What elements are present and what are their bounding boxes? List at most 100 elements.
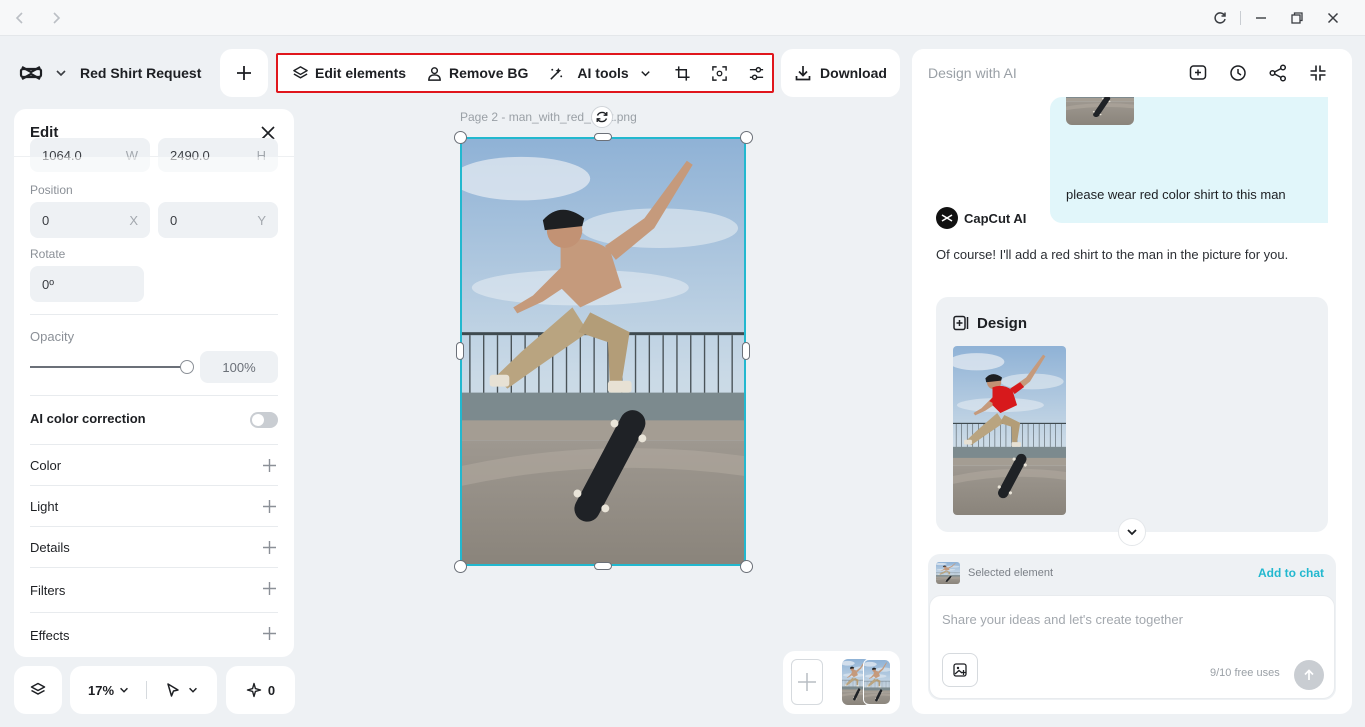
assistant-name: CapCut AI (964, 211, 1027, 226)
person-icon (428, 66, 441, 81)
position-x-value: 0 (42, 212, 50, 228)
back-arrow-icon[interactable] (11, 9, 29, 27)
remove-bg-label: Remove BG (449, 65, 529, 81)
sparkle-icon (246, 682, 262, 698)
effects-section-label[interactable]: Effects (30, 628, 70, 643)
edit-elements-button[interactable]: Edit elements (292, 55, 406, 91)
select-frame-icon (711, 65, 727, 81)
chat-input[interactable]: Share your ideas and let's create togeth… (929, 595, 1335, 699)
plus-icon[interactable] (262, 499, 277, 514)
restore-icon[interactable] (1288, 9, 1306, 27)
credits-button[interactable]: 0 (226, 666, 295, 714)
resize-handle-bottom[interactable] (594, 562, 612, 570)
resize-handle-bottom-left[interactable] (454, 560, 467, 573)
add-button[interactable] (220, 49, 268, 97)
rotate-handle[interactable] (591, 106, 613, 128)
opacity-value: 100% (222, 359, 256, 375)
plus-icon[interactable] (262, 581, 277, 596)
color-section-label[interactable]: Color (30, 458, 61, 473)
plus-icon[interactable] (262, 626, 277, 641)
zoom-controls: 17% (70, 666, 217, 714)
ai-color-correction-toggle[interactable] (250, 412, 278, 428)
selected-element-label: Selected element (968, 567, 1053, 579)
history-icon[interactable] (1228, 63, 1248, 83)
page-thumbnail-2[interactable] (863, 659, 891, 705)
divider (30, 612, 278, 613)
selected-image[interactable] (460, 137, 746, 566)
user-attached-image-preview (1066, 97, 1134, 125)
ai-tools-button[interactable]: AI tools (548, 55, 651, 91)
design-icon (953, 315, 969, 331)
new-chat-icon[interactable] (1188, 63, 1208, 83)
divider (30, 567, 278, 568)
add-page-button[interactable] (791, 659, 823, 705)
crop-icon (675, 65, 690, 81)
minimize-icon[interactable] (1252, 9, 1270, 27)
download-label: Download (820, 65, 887, 81)
ai-color-correction-label: AI color correction (30, 411, 146, 426)
credits-count: 0 (267, 682, 276, 698)
rotate-label: Rotate (30, 247, 66, 261)
expand-button[interactable] (1118, 518, 1146, 546)
light-section-label[interactable]: Light (30, 499, 58, 514)
rotate-icon (596, 111, 608, 123)
plus-icon[interactable] (262, 540, 277, 555)
send-button[interactable] (1294, 660, 1324, 690)
download-button[interactable]: Download (781, 49, 900, 97)
plus-icon (798, 673, 816, 691)
adjust-button[interactable] (748, 55, 765, 91)
chevron-down-icon[interactable] (187, 684, 199, 696)
rotate-input[interactable]: 0º (30, 266, 144, 302)
forward-arrow-icon[interactable] (47, 9, 65, 27)
divider (30, 485, 278, 486)
add-to-chat-link[interactable]: Add to chat (1258, 566, 1324, 580)
project-name: Red Shirt Request (80, 65, 202, 81)
resize-handle-top[interactable] (594, 133, 612, 141)
opacity-slider-track[interactable] (30, 366, 188, 368)
details-section-label[interactable]: Details (30, 540, 70, 555)
layers-button[interactable] (14, 666, 62, 714)
resize-handle-top-left[interactable] (454, 131, 467, 144)
ai-panel-header: Design with AI (912, 49, 1352, 97)
title-bar-separator (1240, 11, 1241, 25)
zoom-value[interactable]: 17% (88, 683, 114, 698)
generated-design-image[interactable] (953, 346, 1066, 515)
element-toolbar: Edit elements Remove BG AI tools (276, 53, 774, 93)
scroll-fade (14, 157, 294, 173)
position-y-input[interactable]: 0 Y (158, 202, 278, 238)
image-add-icon (953, 663, 967, 677)
crop-button[interactable] (674, 55, 691, 91)
opacity-slider-handle[interactable] (180, 360, 194, 374)
sliders-icon (749, 66, 763, 80)
opacity-input[interactable]: 100% (200, 351, 278, 383)
resize-handle-right[interactable] (742, 342, 750, 360)
ai-chat-panel: please wear red color shirt to this man … (912, 49, 1352, 714)
page-strip (783, 651, 900, 714)
edit-elements-label: Edit elements (315, 65, 407, 81)
close-icon[interactable] (1324, 9, 1342, 27)
position-x-input[interactable]: 0 X (30, 202, 150, 238)
design-result-card: Design (936, 297, 1328, 532)
chevron-down-icon (640, 70, 650, 76)
user-message-bubble: please wear red color shirt to this man (1050, 97, 1328, 223)
capcut-logo-icon (941, 214, 953, 222)
select-area-button[interactable] (711, 55, 728, 91)
resize-handle-left[interactable] (456, 342, 464, 360)
share-icon[interactable] (1268, 63, 1288, 83)
refresh-icon[interactable] (1211, 9, 1229, 27)
chevron-down-icon[interactable] (118, 684, 130, 696)
resize-handle-top-right[interactable] (740, 131, 753, 144)
attach-image-button[interactable] (942, 653, 978, 687)
collapse-icon[interactable] (1308, 63, 1328, 83)
resize-handle-bottom-right[interactable] (740, 560, 753, 573)
user-attached-image[interactable] (1066, 97, 1134, 125)
project-menu[interactable]: Red Shirt Request (14, 49, 213, 97)
remove-bg-button[interactable]: Remove BG (426, 55, 528, 91)
plus-icon[interactable] (262, 458, 277, 473)
free-uses-counter: 9/10 free uses (1210, 667, 1280, 679)
filters-section-label[interactable]: Filters (30, 583, 65, 598)
design-card-title: Design (977, 314, 1028, 332)
divider (30, 444, 278, 445)
arrow-up-icon (1304, 669, 1314, 680)
pointer-icon[interactable] (165, 682, 181, 698)
